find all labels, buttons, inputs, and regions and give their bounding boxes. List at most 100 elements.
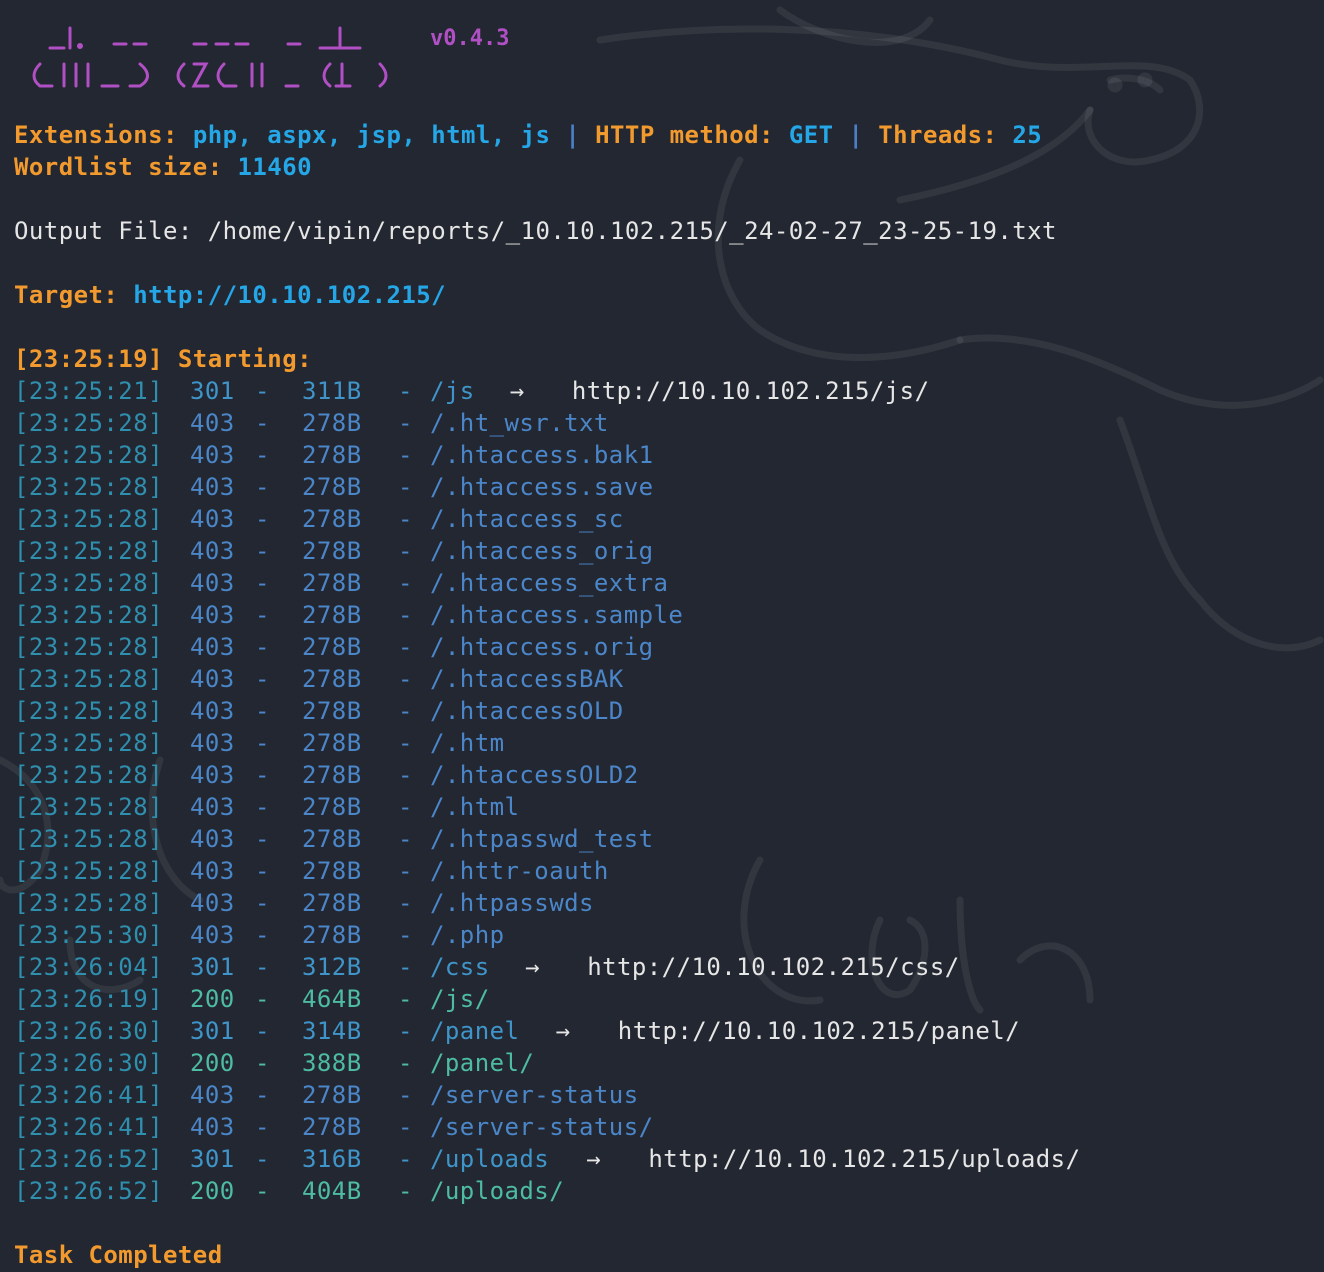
result-row: [23:25:28] 403-278B -/.htaccess.save	[0, 471, 1324, 503]
result-path: /panel	[430, 1017, 520, 1045]
result-size: 278B	[302, 409, 362, 437]
result-path: /css	[430, 953, 490, 981]
result-time: [23:26:30]	[14, 1049, 163, 1077]
result-status: 403	[190, 1081, 235, 1109]
result-status: 403	[190, 1113, 235, 1141]
result-status: 403	[190, 857, 235, 885]
redirect-arrow-icon: →	[586, 1145, 602, 1173]
result-dash: -	[398, 1081, 413, 1109]
result-row: [23:25:28] 403-278B -/.ht_wsr.txt	[0, 407, 1324, 439]
redirect-arrow-icon: →	[555, 1017, 571, 1045]
result-path: /.htaccess.sample	[430, 601, 684, 629]
result-time: [23:26:41]	[14, 1081, 163, 1109]
result-path: /.htaccessOLD2	[430, 761, 639, 789]
result-row: [23:25:28] 403-278B -/.htaccessBAK	[0, 663, 1324, 695]
result-time: [23:25:28]	[14, 729, 163, 757]
result-dash: -	[398, 697, 413, 725]
result-row: [23:25:28] 403-278B -/.htaccessOLD	[0, 695, 1324, 727]
extensions-label: Extensions:	[14, 121, 178, 149]
result-row: [23:26:52] 301-316B -/uploads → http://10.10…	[0, 1143, 1324, 1175]
output-file-line: Output File: /home/vipin/reports/_10.10.…	[14, 215, 1057, 247]
result-size: 278B	[302, 921, 362, 949]
result-status: 301	[190, 1145, 235, 1173]
config-line-1: Extensions: php, aspx, jsp, html, js | H…	[14, 119, 1042, 151]
result-dash: -	[255, 1017, 270, 1045]
result-time: [23:25:28]	[14, 889, 163, 917]
result-status: 200	[190, 1049, 235, 1077]
result-row: [23:26:41] 403-278B -/server-status	[0, 1079, 1324, 1111]
result-time: [23:25:28]	[14, 537, 163, 565]
target-label: Target:	[14, 281, 119, 309]
result-row: [23:26:30] 301-314B -/panel → http://10.10.1…	[0, 1015, 1324, 1047]
result-path: /server-status/	[430, 1113, 654, 1141]
result-dash: -	[255, 1177, 270, 1205]
result-dash: -	[255, 441, 270, 469]
result-dash: -	[255, 1049, 270, 1077]
result-dash: -	[398, 633, 413, 661]
threads-value: 25	[1012, 121, 1043, 149]
result-row: [23:26:52] 200-404B -/uploads/	[0, 1175, 1324, 1207]
result-time: [23:26:19]	[14, 985, 163, 1013]
starting-time: [23:25:19]	[14, 345, 163, 373]
target-url: http://10.10.102.215/	[133, 281, 447, 309]
result-dash: -	[255, 793, 270, 821]
separator: |	[565, 121, 581, 149]
wordlist-label: Wordlist size:	[14, 153, 223, 181]
version-label: v0.4.3	[430, 26, 510, 51]
result-status: 403	[190, 697, 235, 725]
result-status: 403	[190, 921, 235, 949]
result-dash: -	[398, 985, 413, 1013]
result-status: 200	[190, 1177, 235, 1205]
result-size: 278B	[302, 473, 362, 501]
result-dash: -	[398, 953, 413, 981]
result-status: 301	[190, 1017, 235, 1045]
result-size: 278B	[302, 1113, 362, 1141]
result-time: [23:25:28]	[14, 825, 163, 853]
result-row: [23:25:28] 403-278B -/.htm	[0, 727, 1324, 759]
result-row: [23:25:21] 301-311B -/js → http://10.10.102.…	[0, 375, 1324, 407]
result-row: [23:25:28] 403-278B -/.htaccess_extra	[0, 567, 1324, 599]
result-time: [23:25:21]	[14, 377, 163, 405]
result-time: [23:26:04]	[14, 953, 163, 981]
result-size: 312B	[302, 953, 362, 981]
result-size: 278B	[302, 665, 362, 693]
result-dash: -	[255, 1113, 270, 1141]
redirect-arrow-icon: →	[509, 377, 525, 405]
result-row: [23:25:28] 403-278B -/.htaccess.bak1	[0, 439, 1324, 471]
result-time: [23:25:28]	[14, 601, 163, 629]
result-path: /.ht_wsr.txt	[430, 409, 609, 437]
result-status: 403	[190, 825, 235, 853]
result-dash: -	[398, 569, 413, 597]
result-size: 278B	[302, 889, 362, 917]
result-status: 200	[190, 985, 235, 1013]
result-size: 464B	[302, 985, 362, 1013]
result-size: 278B	[302, 633, 362, 661]
result-status: 403	[190, 569, 235, 597]
result-status: 403	[190, 665, 235, 693]
result-dash: -	[255, 921, 270, 949]
result-dash: -	[398, 1049, 413, 1077]
result-row: [23:25:28] 403-278B -/.htaccess_orig	[0, 535, 1324, 567]
result-time: [23:25:28]	[14, 633, 163, 661]
result-row: [23:25:28] 403-278B -/.htaccess.orig	[0, 631, 1324, 663]
result-path: /.htaccess.orig	[430, 633, 654, 661]
result-row: [23:25:28] 403-278B -/.htaccess_sc	[0, 503, 1324, 535]
result-dash: -	[398, 793, 413, 821]
result-dash: -	[398, 473, 413, 501]
result-status: 403	[190, 633, 235, 661]
result-dash: -	[398, 377, 413, 405]
result-dash: -	[255, 569, 270, 597]
result-path: /.htpasswd_test	[430, 825, 654, 853]
result-status: 403	[190, 793, 235, 821]
result-time: [23:25:28]	[14, 409, 163, 437]
result-dash: -	[255, 889, 270, 917]
result-path: /.htm	[430, 729, 505, 757]
result-status: 403	[190, 441, 235, 469]
result-status: 403	[190, 505, 235, 533]
result-size: 278B	[302, 1081, 362, 1109]
result-dash: -	[398, 889, 413, 917]
result-dash: -	[255, 953, 270, 981]
result-dash: -	[398, 857, 413, 885]
separator: |	[848, 121, 864, 149]
result-row: [23:26:19] 200-464B -/js/	[0, 983, 1324, 1015]
